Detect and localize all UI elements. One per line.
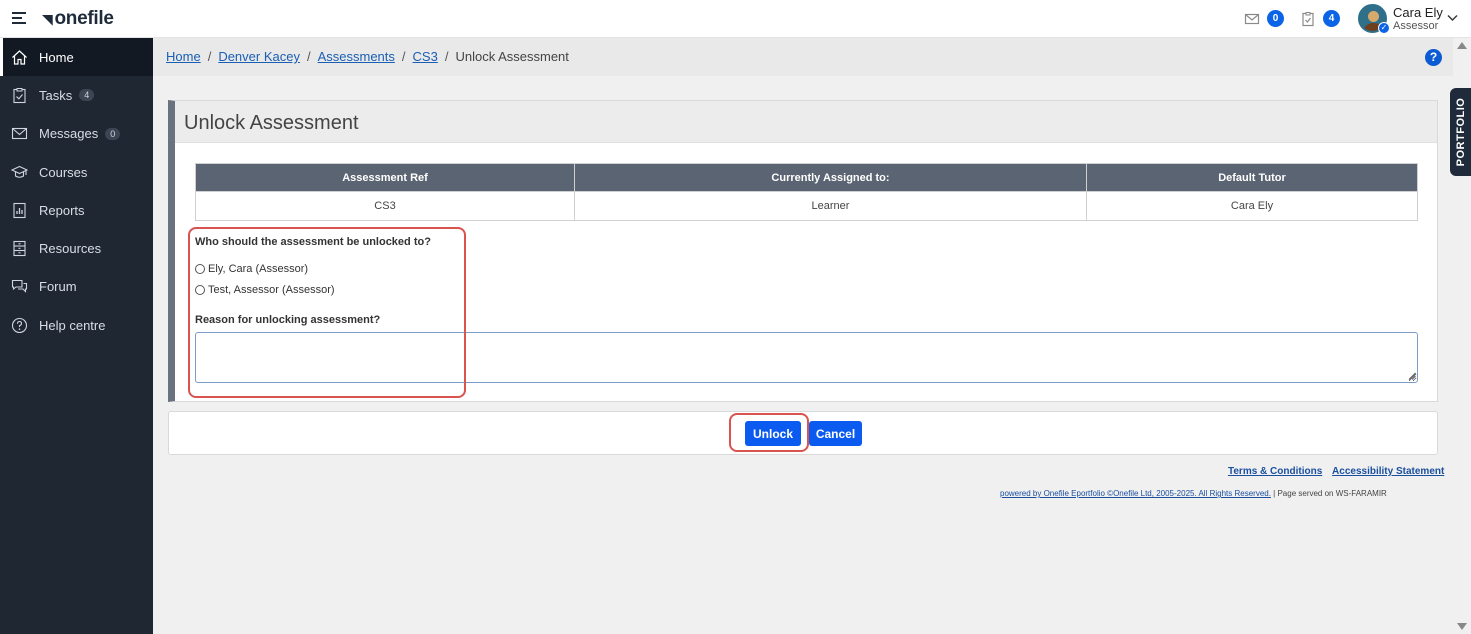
sidebar-item-tasks[interactable]: Tasks 4 <box>0 76 153 114</box>
breadcrumb-link-cs3[interactable]: CS3 <box>413 49 438 64</box>
sidebar-item-reports[interactable]: Reports <box>0 191 153 229</box>
column-header-default-tutor: Default Tutor <box>1086 163 1418 192</box>
page-served-text: | Page served on WS-FARAMIR <box>1270 489 1387 498</box>
forum-icon <box>11 278 28 295</box>
breadcrumb-separator: / <box>401 49 406 64</box>
top-bar: ◥ onefile 0 4 ✓ Cara Ely Assessor <box>0 0 1471 38</box>
table-header-row: Assessment Ref Currently Assigned to: De… <box>195 163 1418 192</box>
tasks-count-badge[interactable]: 4 <box>1323 10 1340 27</box>
portfolio-tab-label: PORTFOLIO <box>1454 97 1467 167</box>
assessment-info-table: Assessment Ref Currently Assigned to: De… <box>195 163 1418 221</box>
sidebar-item-courses[interactable]: Courses <box>0 153 153 191</box>
sidebar-item-messages[interactable]: Messages 0 <box>0 115 153 153</box>
cell-default-tutor: Cara Ely <box>1086 191 1418 221</box>
envelope-icon <box>11 125 28 142</box>
breadcrumb-link-learner[interactable]: Denver Kacey <box>218 49 300 64</box>
radio-option-label: Ely, Cara (Assessor) <box>208 263 309 275</box>
user-menu[interactable]: ✓ Cara Ely Assessor <box>1358 4 1468 34</box>
sidebar-item-label: Reports <box>39 202 85 218</box>
clipboard-icon[interactable] <box>1300 11 1316 27</box>
footer-links: Terms & Conditions Accessibility Stateme… <box>1228 466 1444 477</box>
table-row: CS3 Learner Cara Ely <box>195 191 1418 221</box>
user-name: Cara Ely <box>1393 5 1443 20</box>
breadcrumb-link-assessments[interactable]: Assessments <box>318 49 395 64</box>
sidebar-item-label: Forum <box>39 279 77 295</box>
column-header-assigned-to: Currently Assigned to: <box>574 163 1087 192</box>
cell-assessment-ref: CS3 <box>195 191 575 221</box>
accessibility-link[interactable]: Accessibility Statement <box>1332 466 1444 477</box>
report-icon <box>11 202 28 219</box>
help-circle-icon <box>11 317 28 334</box>
envelope-icon[interactable] <box>1244 11 1260 27</box>
sidebar-item-forum[interactable]: Forum <box>0 268 153 306</box>
breadcrumb-separator: / <box>444 49 449 64</box>
terms-link[interactable]: Terms & Conditions <box>1228 466 1322 477</box>
sidebar-item-resources[interactable]: Resources <box>0 229 153 267</box>
clipboard-icon <box>11 87 28 104</box>
sidebar-item-help-centre[interactable]: Help centre <box>0 306 153 344</box>
breadcrumb: Home / Denver Kacey / Assessments / CS3 / Unlock… <box>166 49 569 64</box>
cell-assigned-to: Learner <box>574 191 1087 221</box>
chevron-down-icon[interactable] <box>1447 13 1458 25</box>
portfolio-tab[interactable]: PORTFOLIO <box>1450 88 1471 176</box>
page-title: Unlock Assessment <box>184 112 359 134</box>
reason-textarea[interactable] <box>195 332 1418 383</box>
radio-button[interactable] <box>195 264 205 274</box>
unlock-assessment-panel: Unlock Assessment Assessment Ref Current… <box>168 100 1438 402</box>
sidebar: Home Tasks 4 Messages 0 Courses Reports … <box>0 38 153 634</box>
footer-copyright: powered by Onefile Eportfolio ©Onefile L… <box>1000 489 1387 498</box>
sidebar-item-label: Messages <box>39 126 99 142</box>
powered-by-link[interactable]: powered by Onefile Eportfolio ©Onefile L… <box>1000 489 1271 498</box>
unlock-button[interactable]: Unlock <box>745 421 801 446</box>
sidebar-item-label: Courses <box>39 164 88 180</box>
cancel-button[interactable]: Cancel <box>809 421 862 446</box>
graduation-cap-icon <box>11 164 28 181</box>
radio-option-label: Test, Assessor (Assessor) <box>208 284 335 296</box>
resources-icon <box>11 240 28 257</box>
column-header-assessment-ref: Assessment Ref <box>195 163 575 192</box>
breadcrumb-bar: Home / Denver Kacey / Assessments / CS3 / Unlock… <box>153 38 1453 76</box>
verified-check-icon: ✓ <box>1378 22 1390 34</box>
breadcrumb-current: Unlock Assessment <box>455 49 569 64</box>
breadcrumb-separator: / <box>306 49 311 64</box>
unlock-to-question: Who should the assessment be unlocked to… <box>195 236 431 248</box>
action-bar: Unlock Cancel <box>168 411 1438 455</box>
help-icon[interactable]: ? <box>1425 49 1442 66</box>
logo-text: onefile <box>54 8 114 29</box>
sidebar-item-label: Help centre <box>39 317 106 333</box>
panel-header: Unlock Assessment <box>175 101 1437 143</box>
user-role: Assessor <box>1393 20 1439 32</box>
logo-mark-icon: ◥ <box>42 10 53 27</box>
sidebar-item-label: Resources <box>39 241 102 257</box>
sidebar-item-label: Tasks <box>39 87 73 103</box>
reason-label: Reason for unlocking assessment? <box>195 314 381 326</box>
radio-option-test-assessor[interactable]: Test, Assessor (Assessor) <box>195 284 335 296</box>
radio-option-ely-cara[interactable]: Ely, Cara (Assessor) <box>195 263 308 275</box>
sidebar-item-label: Home <box>39 49 74 65</box>
sidebar-item-home[interactable]: Home <box>0 38 153 77</box>
scroll-up-arrow-icon[interactable] <box>1457 42 1467 49</box>
breadcrumb-separator: / <box>207 49 212 64</box>
onefile-logo[interactable]: ◥ onefile <box>42 8 114 30</box>
messages-count-badge: 0 <box>105 127 121 140</box>
breadcrumb-link-home[interactable]: Home <box>166 49 201 64</box>
radio-button[interactable] <box>195 285 205 295</box>
hamburger-menu-icon[interactable] <box>12 12 26 24</box>
resize-grip-icon[interactable] <box>1408 372 1416 380</box>
messages-count-badge[interactable]: 0 <box>1267 10 1284 27</box>
tasks-count-badge: 4 <box>79 89 95 102</box>
scroll-down-arrow-icon[interactable] <box>1457 623 1467 630</box>
home-icon <box>11 49 28 66</box>
